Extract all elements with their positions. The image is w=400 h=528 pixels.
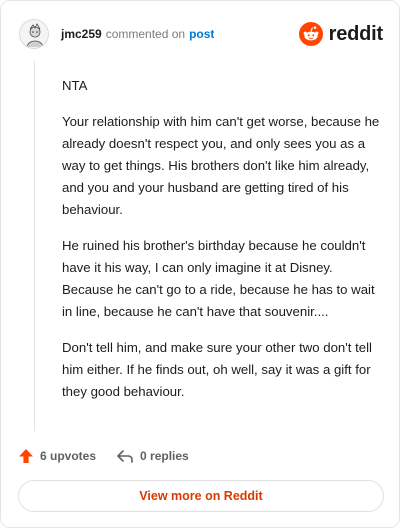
username[interactable]: jmc259 [61, 27, 102, 41]
comment-actions: 6 upvotes 0 replies [18, 445, 189, 467]
upvote-count: 6 upvotes [40, 449, 97, 463]
avatar[interactable] [19, 19, 49, 49]
comment-paragraph: NTA [62, 78, 88, 93]
action-text: commented on [105, 27, 186, 41]
upvote-arrow-icon [19, 449, 33, 463]
reply-count: 0 replies [140, 449, 189, 463]
thread-line [34, 61, 35, 431]
comment-body: NTA Your relationship with him can't get… [62, 75, 380, 417]
comment-meta: jmc259 commented on post [61, 27, 214, 41]
brand-wordmark: reddit [328, 22, 384, 45]
reply-arrow-icon [117, 450, 133, 463]
comment-embed-card: jmc259 commented on post reddit NTA Your… [0, 0, 400, 528]
replies-button[interactable]: 0 replies [116, 448, 189, 464]
avatar-illustration-icon [20, 20, 48, 48]
comment-paragraph: He ruined his brother's birthday because… [62, 238, 375, 319]
reddit-logo-icon [298, 22, 323, 46]
reddit-brand[interactable]: reddit [298, 22, 384, 46]
comment-paragraph: Don't tell him, and make sure your other… [62, 340, 372, 399]
comment-header: jmc259 commented on post reddit [19, 17, 383, 51]
post-link[interactable]: post [189, 27, 214, 41]
upvote-button[interactable]: 6 upvotes [18, 448, 96, 464]
view-more-button[interactable]: View more on Reddit [18, 480, 384, 512]
comment-paragraph: Your relationship with him can't get wor… [62, 114, 380, 217]
